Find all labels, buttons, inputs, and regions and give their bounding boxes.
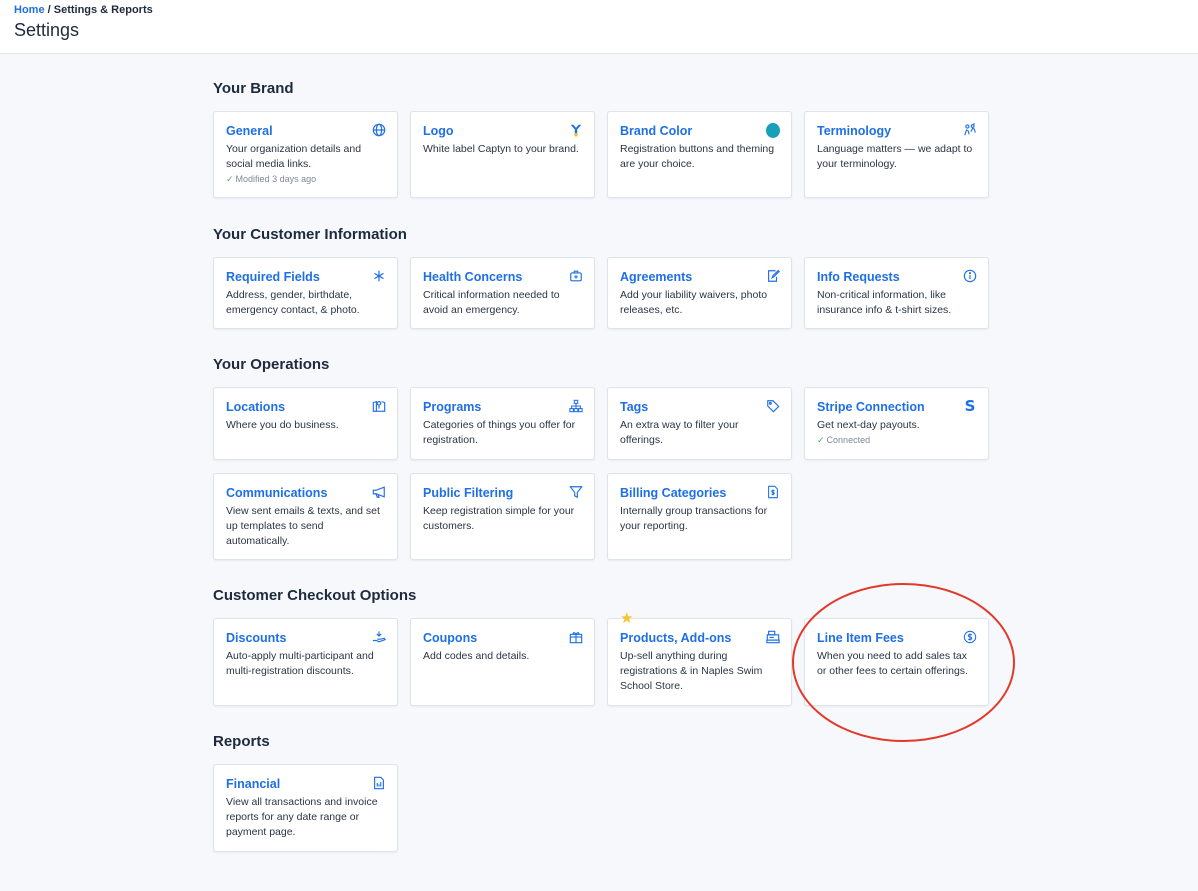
register-icon	[766, 630, 780, 644]
card-coupons[interactable]: Coupons Add codes and details.	[410, 618, 595, 706]
dollar-circle-icon	[963, 630, 977, 644]
card-title: Coupons	[423, 631, 478, 645]
card-description: Language matters — we adapt to your term…	[817, 143, 973, 170]
card-communications[interactable]: Communications View sent emails & texts,…	[213, 473, 398, 560]
card-required-fields[interactable]: Required Fields Address, gender, birthda…	[213, 257, 398, 329]
card-title: Billing Categories	[620, 486, 727, 500]
card-title: Discounts	[226, 631, 287, 645]
card-info-requests[interactable]: Info Requests Non-critical information, …	[804, 257, 989, 329]
section-title-brand: Your Brand	[213, 80, 294, 97]
card-billing-categories[interactable]: Billing Categories Internally group tran…	[607, 473, 792, 560]
map-pin-icon	[372, 399, 386, 413]
breadcrumb: Home / Settings & Reports	[14, 4, 153, 16]
card-description: An extra way to filter your offerings.	[620, 419, 739, 446]
card-health-concerns[interactable]: Health Concerns Critical information nee…	[410, 257, 595, 329]
card-financial[interactable]: Financial View all transactions and invo…	[213, 764, 398, 852]
card-discounts[interactable]: Discounts Auto-apply multi-participant a…	[213, 618, 398, 706]
card-description: Non-critical information, like insurance…	[817, 289, 952, 316]
page-title: Settings	[14, 20, 80, 40]
card-description: Your organization details and social med…	[226, 143, 362, 170]
breadcrumb-current: Settings & Reports	[53, 4, 153, 16]
card-description: Get next-day payouts.	[817, 419, 920, 431]
color-swatch-icon	[766, 122, 780, 138]
tag-icon	[766, 399, 780, 413]
invoice-icon	[766, 485, 780, 499]
megaphone-icon	[372, 485, 386, 499]
card-title: Logo	[423, 124, 454, 138]
breadcrumb-home-link[interactable]: Home	[14, 4, 45, 16]
filter-icon	[569, 485, 583, 499]
document-icon	[372, 776, 386, 790]
card-description: Auto-apply multi-participant and multi-r…	[226, 650, 374, 677]
connected-status: ✓ Connected	[817, 435, 871, 445]
card-logo[interactable]: Logo White label Captyn to your brand.	[410, 111, 595, 198]
card-general[interactable]: General Your organization details and so…	[213, 111, 398, 198]
card-title: Line Item Fees	[817, 631, 904, 645]
card-title: Financial	[226, 777, 281, 791]
card-description: Keep registration simple for your custom…	[423, 505, 575, 532]
card-title: Public Filtering	[423, 486, 514, 500]
hierarchy-icon	[569, 399, 583, 413]
card-title: Agreements	[620, 270, 693, 284]
card-locations[interactable]: Locations Where you do business.	[213, 387, 398, 460]
section-title-customer-information: Your Customer Information	[213, 226, 407, 243]
card-description: Up-sell anything during registrations & …	[620, 650, 763, 692]
card-title: General	[226, 124, 273, 138]
checkmark-icon: ✓	[226, 174, 234, 184]
card-description: Add codes and details.	[423, 650, 530, 662]
star-icon: ★	[620, 610, 634, 627]
card-title: Locations	[226, 400, 286, 414]
card-public-filtering[interactable]: Public Filtering Keep registration simpl…	[410, 473, 595, 560]
card-programs[interactable]: Programs Categories of things you offer …	[410, 387, 595, 460]
card-title: Programs	[423, 400, 482, 414]
card-title: Terminology	[817, 124, 892, 138]
section-title-checkout-options: Customer Checkout Options	[213, 587, 417, 604]
card-title: Brand Color	[620, 124, 693, 138]
captyn-logo-icon	[569, 123, 583, 137]
asterisk-icon	[372, 269, 386, 283]
section-title-operations: Your Operations	[213, 356, 330, 373]
card-title: Tags	[620, 400, 649, 414]
card-title: Communications	[226, 486, 328, 500]
card-description: View sent emails & texts, and set up tem…	[226, 505, 380, 547]
hand-coin-icon	[372, 630, 386, 644]
card-title: Info Requests	[817, 270, 900, 284]
medkit-icon	[569, 269, 583, 283]
breadcrumb-separator: /	[44, 4, 54, 16]
card-title: Stripe Connection	[817, 400, 925, 414]
card-title: Health Concerns	[423, 270, 523, 284]
people-icon	[963, 123, 977, 137]
card-tags[interactable]: Tags An extra way to filter your offerin…	[607, 387, 792, 460]
checkmark-icon: ✓	[817, 435, 825, 445]
card-description: Registration buttons and theming are you…	[620, 143, 775, 170]
card-description: Internally group transactions for your r…	[620, 505, 768, 532]
card-description: Critical information needed to avoid an …	[423, 289, 560, 316]
info-icon	[963, 269, 977, 283]
card-brand-color[interactable]: Brand Color Registration buttons and the…	[607, 111, 792, 198]
card-terminology[interactable]: Terminology Language matters — we adapt …	[804, 111, 989, 198]
card-agreements[interactable]: Agreements Add your liability waivers, p…	[607, 257, 792, 329]
stripe-icon: S	[964, 397, 976, 415]
page-header: Home / Settings & Reports Settings	[0, 0, 1198, 54]
card-description: Address, gender, birthdate, emergency co…	[226, 289, 360, 316]
card-products-add-ons[interactable]: ★ Products, Add-ons Up-sell anything dur…	[607, 611, 792, 706]
modified-status: ✓ Modified 3 days ago	[226, 174, 317, 184]
card-description: Where you do business.	[226, 419, 339, 431]
card-title: Products, Add-ons	[620, 631, 732, 645]
gift-icon	[569, 630, 583, 644]
card-title: Required Fields	[226, 270, 320, 284]
card-description: Add your liability waivers, photo releas…	[620, 289, 768, 316]
signature-icon	[766, 269, 780, 283]
card-description: View all transactions and invoice report…	[226, 796, 378, 838]
globe-icon	[372, 123, 386, 137]
card-description: White label Captyn to your brand.	[423, 143, 579, 155]
card-description: Categories of things you offer for regis…	[423, 419, 576, 446]
card-line-item-fees[interactable]: Line Item Fees When you need to add sale…	[804, 618, 989, 706]
card-stripe-connection[interactable]: Stripe Connection Get next-day payouts. …	[804, 387, 989, 460]
card-description: When you need to add sales tax or other …	[817, 650, 968, 677]
section-title-reports: Reports	[213, 733, 270, 750]
